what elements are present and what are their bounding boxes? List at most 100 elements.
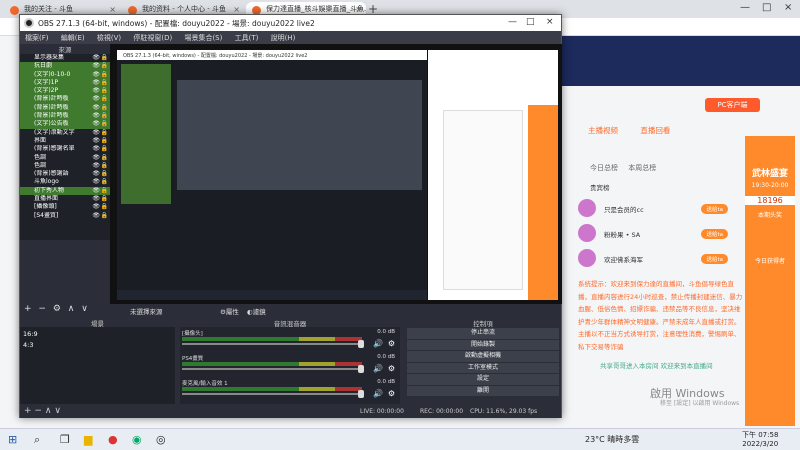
tab-anchor-video[interactable]: 主播视频: [588, 126, 618, 135]
down-icon[interactable]: ∨: [54, 406, 61, 416]
tab-week[interactable]: 本周总榜: [628, 164, 656, 172]
source-item[interactable]: (背景)計時板 👁 🔒: [20, 103, 110, 113]
add-icon[interactable]: +: [24, 406, 32, 416]
eye-icon[interactable]: 👁: [92, 154, 100, 162]
source-item[interactable]: (背景)計時板 👁 🔒: [20, 95, 110, 104]
source-item[interactable]: 显示器采集 👁 🔒: [20, 54, 110, 62]
add-icon[interactable]: +: [24, 304, 32, 314]
tab-replay[interactable]: 直播回看: [640, 126, 670, 135]
list-item[interactable]: 粉粉果 • SA 送给ta: [578, 221, 738, 246]
eye-icon[interactable]: 👁: [92, 104, 100, 112]
app-icon[interactable]: ◉: [132, 433, 142, 446]
speaker-icon[interactable]: 🔊: [373, 339, 383, 348]
eye-icon[interactable]: 👁: [92, 203, 100, 211]
source-item[interactable]: 色調 👁 🔒: [20, 154, 110, 162]
lock-icon[interactable]: 🔒: [101, 195, 108, 203]
start-recording-button[interactable]: 開始錄製: [407, 339, 559, 350]
minimize-icon[interactable]: —: [740, 2, 750, 13]
scene-item[interactable]: 16:9: [23, 330, 172, 338]
eye-icon[interactable]: 👁: [92, 195, 100, 203]
system-clock[interactable]: 下午 07:58 2022/3/20: [742, 431, 778, 449]
source-item[interactable]: (文字)1P 👁 🔒: [20, 78, 110, 88]
source-item[interactable]: (背景)感謝名單 👁 🔒: [20, 145, 110, 153]
virtual-camera-button[interactable]: 啟動虛擬相機: [407, 351, 559, 362]
source-item[interactable]: 界面 👁 🔒: [20, 137, 110, 145]
properties-button[interactable]: ⚙屬性: [220, 308, 239, 316]
source-item[interactable]: 直播界面 👁 🔒: [20, 195, 110, 203]
tab-today[interactable]: 今日总榜: [590, 164, 618, 172]
source-item[interactable]: (文字)公告板 👁 🔒: [20, 120, 110, 129]
menu-view[interactable]: 檢視(V): [92, 31, 126, 43]
pc-client-button[interactable]: PC客户端: [705, 98, 760, 112]
volume-slider[interactable]: [182, 393, 362, 395]
eye-icon[interactable]: 👁: [92, 120, 100, 128]
speaker-icon[interactable]: 🔊: [373, 364, 383, 373]
eye-icon[interactable]: 👁: [92, 178, 100, 186]
event-banner[interactable]: 武林盛宴 19:30-20:00 18196 本期头奖 今日获得者: [745, 136, 795, 426]
studio-mode-button[interactable]: 工作室模式: [407, 362, 559, 373]
volume-knob[interactable]: [358, 390, 364, 398]
volume-slider[interactable]: [182, 343, 362, 345]
stop-streaming-button[interactable]: 停止串流: [407, 328, 559, 339]
minimize-icon[interactable]: —: [508, 17, 517, 27]
source-item[interactable]: [攝像頭] 👁 🔒: [20, 203, 110, 211]
file-explorer-icon[interactable]: ▆: [84, 433, 92, 446]
eye-icon[interactable]: 👁: [92, 62, 100, 70]
source-item[interactable]: 初下秀人物 👁 🔒: [20, 186, 110, 196]
close-icon[interactable]: ×: [546, 17, 554, 27]
volume-slider[interactable]: [182, 368, 362, 370]
volume-knob[interactable]: [358, 340, 364, 348]
source-item[interactable]: [S4畫質] 👁 🔒: [20, 212, 110, 220]
maximize-icon[interactable]: □: [526, 17, 535, 27]
source-item[interactable]: (背景)計時板 👁 🔒: [20, 112, 110, 121]
source-item[interactable]: 抗日劇 👁 🔒: [20, 62, 110, 71]
lock-icon[interactable]: 🔒: [101, 203, 108, 211]
lock-icon[interactable]: 🔒: [101, 120, 108, 128]
down-icon[interactable]: ∨: [81, 304, 88, 314]
remove-icon[interactable]: −: [38, 304, 46, 314]
eye-icon[interactable]: 👁: [92, 145, 100, 153]
eye-icon[interactable]: 👁: [92, 112, 100, 120]
eye-icon[interactable]: 👁: [92, 129, 100, 137]
lock-icon[interactable]: 🔒: [101, 54, 108, 62]
chrome-icon[interactable]: ●: [108, 433, 118, 446]
eye-icon[interactable]: 👁: [92, 87, 100, 95]
list-item[interactable]: 只是会员的cc 送给ta: [578, 196, 738, 221]
eye-icon[interactable]: 👁: [92, 137, 100, 145]
search-icon[interactable]: ⌕: [34, 433, 40, 447]
send-badge[interactable]: 送给ta: [701, 254, 728, 264]
lock-icon[interactable]: 🔒: [101, 112, 108, 120]
eye-icon[interactable]: 👁: [92, 212, 100, 220]
exit-button[interactable]: 離開: [407, 385, 559, 396]
eye-icon[interactable]: 👁: [92, 54, 100, 62]
eye-icon[interactable]: 👁: [92, 187, 100, 195]
up-icon[interactable]: ∧: [68, 304, 75, 314]
scene-item[interactable]: 4:3: [23, 341, 172, 349]
close-window-icon[interactable]: ×: [784, 2, 792, 13]
lock-icon[interactable]: 🔒: [101, 62, 108, 70]
close-icon[interactable]: ×: [355, 5, 362, 14]
lock-icon[interactable]: 🔒: [101, 170, 108, 178]
eye-icon[interactable]: 👁: [92, 162, 100, 170]
lock-icon[interactable]: 🔒: [101, 162, 108, 170]
gear-icon[interactable]: ⚙: [388, 389, 395, 398]
up-icon[interactable]: ∧: [45, 406, 52, 416]
menu-edit[interactable]: 編輯(E): [56, 31, 90, 43]
menu-tools[interactable]: 工具(T): [230, 31, 264, 43]
volume-knob[interactable]: [358, 365, 364, 373]
maximize-icon[interactable]: □: [762, 2, 771, 13]
lock-icon[interactable]: 🔒: [101, 154, 108, 162]
gear-icon[interactable]: ⚙: [53, 304, 61, 314]
send-badge[interactable]: 送给ta: [701, 229, 728, 239]
menu-docks[interactable]: 停駐視窗(D): [128, 31, 177, 43]
lock-icon[interactable]: 🔒: [101, 87, 108, 95]
speaker-icon[interactable]: 🔊: [373, 389, 383, 398]
task-view-icon[interactable]: ❐: [60, 433, 70, 446]
gear-icon[interactable]: ⚙: [388, 364, 395, 373]
list-item[interactable]: 欢迎佛系海军 送给ta: [578, 246, 738, 271]
lock-icon[interactable]: 🔒: [101, 178, 108, 186]
obs-icon[interactable]: ◎: [156, 433, 166, 446]
weather-widget[interactable]: 23°C 晴時多雲: [585, 434, 639, 445]
lock-icon[interactable]: 🔒: [101, 137, 108, 145]
close-icon[interactable]: ×: [109, 5, 116, 14]
